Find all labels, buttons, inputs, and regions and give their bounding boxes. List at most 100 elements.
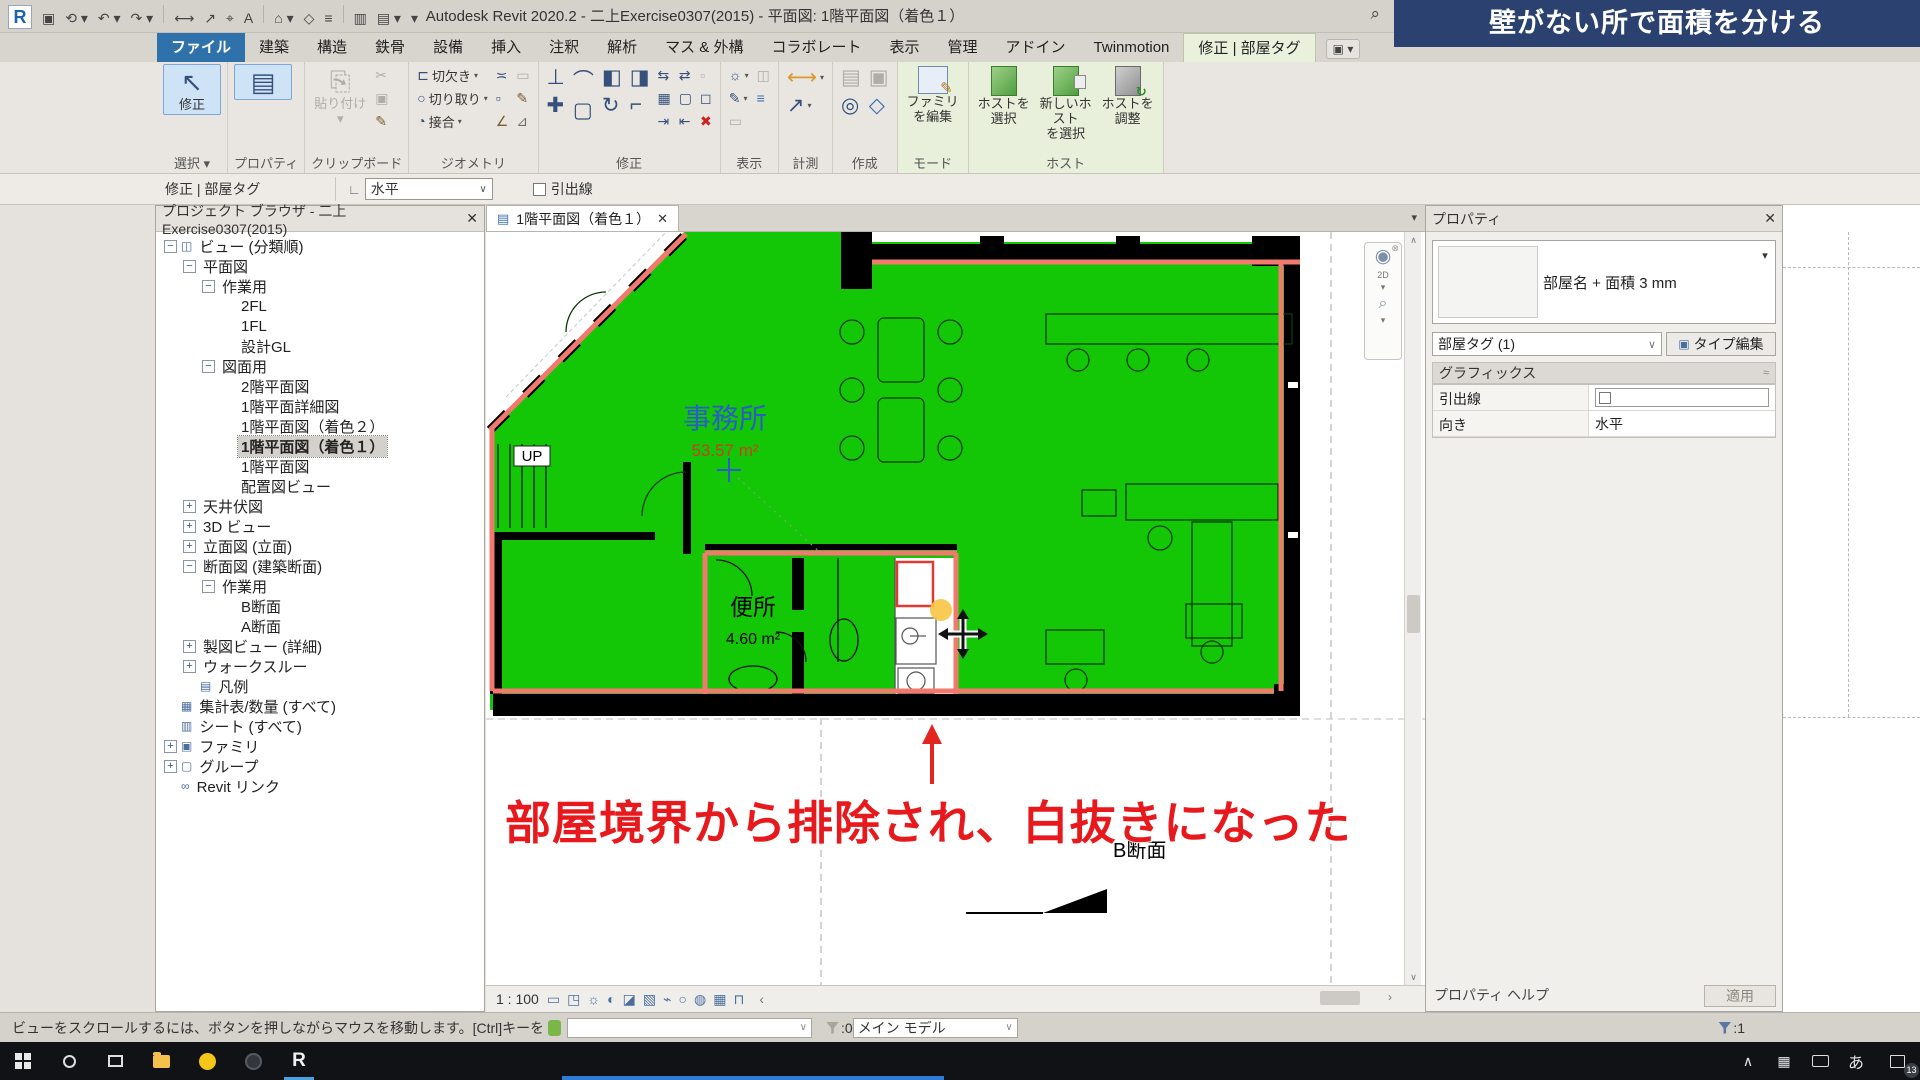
steering-wheel-icon[interactable]: ◉: [1375, 245, 1392, 268]
tree-item-3D ビュー[interactable]: +3D ビュー: [156, 516, 484, 536]
ribbon-tool-◎[interactable]: ◎: [839, 92, 863, 119]
ribbon-tool-✚[interactable]: ✚: [545, 92, 567, 119]
ribbon-tool-✎[interactable]: ✎▾: [727, 87, 751, 109]
tree-item-ファミリ[interactable]: +▣ファミリ: [156, 736, 484, 756]
properties-help-link[interactable]: プロパティ ヘルプ: [1434, 985, 1549, 1005]
ribbon-tool-⟷[interactable]: ⟷▾: [785, 64, 826, 91]
ribbon-tool-◧[interactable]: ◧: [600, 64, 624, 91]
ribbon-tab-建築[interactable]: 建築: [245, 33, 303, 62]
ribbon-tool-⇄[interactable]: ⇄: [677, 64, 694, 86]
ribbon-tool-⊿[interactable]: ⊿: [514, 110, 531, 132]
expand-icon[interactable]: +: [183, 640, 196, 653]
tree-item-2階平面図[interactable]: 2階平面図: [156, 376, 484, 396]
tree-item-シート (すべて)[interactable]: ▥シート (すべて): [156, 716, 484, 736]
chevron-down-icon[interactable]: ▾: [1381, 315, 1386, 326]
ribbon-tool-☼[interactable]: ☼▾: [727, 64, 751, 86]
hscroll-thumb[interactable]: [1320, 991, 1360, 1005]
scroll-down-icon[interactable]: ∨: [1405, 969, 1422, 985]
view-control-icon[interactable]: ◪: [623, 991, 636, 1007]
type-selector[interactable]: 部屋名 + 面積 3 mm ▾: [1432, 240, 1776, 324]
tree-item-配置図ビュー[interactable]: 配置図ビュー: [156, 476, 484, 496]
expand-icon[interactable]: +: [183, 660, 196, 673]
tree-item-B断面[interactable]: B断面: [156, 596, 484, 616]
search-icon[interactable]: ⌕: [1370, 4, 1380, 24]
close-icon[interactable]: ✕: [1764, 210, 1776, 227]
tray-chevron-icon[interactable]: ∧: [1730, 1042, 1766, 1080]
room-tag-name[interactable]: 事務所: [683, 403, 767, 434]
tree-item-Revit リンク[interactable]: ∞Revit リンク: [156, 776, 484, 796]
selected-element[interactable]: [897, 562, 933, 606]
view-control-icon[interactable]: ◍: [694, 991, 706, 1007]
tree-item-ウォークスルー[interactable]: +ウォークスルー: [156, 656, 484, 676]
view-control-icon[interactable]: ☼: [587, 991, 600, 1007]
view-control-icon[interactable]: ▧: [643, 991, 656, 1007]
tree-item-A断面[interactable]: A断面: [156, 616, 484, 636]
ribbon-tool-▫[interactable]: ▫: [698, 64, 714, 86]
apply-button[interactable]: 適用: [1704, 985, 1776, 1007]
ribbon-tool-◫[interactable]: ◫: [755, 64, 772, 86]
ribbon-tool-↻[interactable]: ↻: [600, 92, 624, 119]
tree-item-断面図 (建築断面)[interactable]: −断面図 (建築断面): [156, 556, 484, 576]
ribbon-tool-▢[interactable]: ▢: [571, 97, 596, 124]
ribbon-tool-▣[interactable]: ▣: [867, 64, 891, 91]
checkbox[interactable]: [1599, 392, 1611, 404]
ribbon-tool-切欠き[interactable]: ⊏切欠き▾: [415, 64, 490, 86]
ribbon-button-貼り付け[interactable]: ⎘貼り付け ▾: [311, 64, 369, 128]
collapse-icon[interactable]: ‹: [759, 991, 764, 1007]
scroll-up-icon[interactable]: ∧: [1405, 232, 1422, 248]
ribbon-tool-⇆[interactable]: ⇆: [656, 64, 673, 86]
ribbon-tab-解析[interactable]: 解析: [593, 33, 651, 62]
ribbon-tab-修正 | 部屋タグ[interactable]: 修正 | 部屋タグ: [1183, 33, 1315, 62]
ribbon-tool-◇[interactable]: ◇: [867, 92, 891, 119]
ribbon-tool-▣[interactable]: ▣: [373, 87, 390, 109]
tree-item-ビュー (分類順)[interactable]: −◫ビュー (分類順): [156, 236, 484, 256]
notification-icon[interactable]: 13: [1874, 1042, 1920, 1080]
ribbon-tool-⌐[interactable]: ⌐: [628, 92, 652, 118]
collapse-icon[interactable]: −: [183, 260, 196, 273]
ribbon-button-ホストを選択[interactable]: ホストを 選択: [975, 64, 1033, 128]
search-button[interactable]: [46, 1042, 92, 1080]
tree-item-1階平面図（着色２）[interactable]: 1階平面図（着色２）: [156, 416, 484, 436]
expand-icon[interactable]: +: [183, 540, 196, 553]
editable-only-filter[interactable]: :0: [826, 1020, 853, 1036]
param-value[interactable]: [1589, 385, 1775, 410]
view-list-caret-icon[interactable]: ▾: [1411, 205, 1425, 231]
ribbon-tool-⇤[interactable]: ⇤: [677, 110, 694, 132]
view-tab-close-icon[interactable]: ✕: [657, 211, 668, 227]
yellow-app-icon[interactable]: [184, 1042, 230, 1080]
tree-item-グループ[interactable]: +▢グループ: [156, 756, 484, 776]
orientation-select[interactable]: 水平 ∨: [365, 178, 493, 200]
ribbon-display-toggle[interactable]: ▣ ▾: [1326, 39, 1361, 59]
tree-item-1階平面図（着色１）[interactable]: 1階平面図（着色１）: [156, 436, 484, 456]
ribbon-tool-▫[interactable]: ▫: [494, 87, 511, 109]
tree-item-凡例[interactable]: ▤凡例: [156, 676, 484, 696]
expand-icon[interactable]: +: [183, 520, 196, 533]
view-control-icon[interactable]: ⌁: [663, 991, 671, 1007]
ribbon-tool-▢[interactable]: ▢: [677, 87, 694, 109]
collapse-icon[interactable]: −: [202, 280, 215, 293]
ribbon-tool-≡[interactable]: ≡: [755, 87, 772, 109]
tree-item-設計GL[interactable]: 設計GL: [156, 336, 484, 356]
task-view-button[interactable]: [92, 1042, 138, 1080]
ribbon-tab-鉄骨[interactable]: 鉄骨: [361, 33, 419, 62]
vertical-scrollbar[interactable]: ∧ ∨: [1404, 232, 1421, 985]
close-icon[interactable]: ⊗: [1391, 243, 1399, 254]
collapse-icon[interactable]: −: [164, 240, 177, 253]
view-control-icon[interactable]: ◐: [607, 991, 615, 1007]
ribbon-button-icon[interactable]: ▤: [234, 64, 292, 100]
tree-item-集計表/数量 (すべて)[interactable]: ▦集計表/数量 (すべて): [156, 696, 484, 716]
view-control-icon[interactable]: ◳: [567, 991, 580, 1007]
tree-item-1階平面図[interactable]: 1階平面図: [156, 456, 484, 476]
ribbon-tab-マス & 外構[interactable]: マス & 外構: [651, 33, 757, 62]
ribbon-tab-Twinmotion[interactable]: Twinmotion: [1080, 33, 1184, 62]
scroll-right-icon[interactable]: ›: [1388, 990, 1392, 1004]
tree-item-製図ビュー (詳細)[interactable]: +製図ビュー (詳細): [156, 636, 484, 656]
zoom-icon[interactable]: ⌕: [1379, 295, 1388, 313]
ribbon-tool-接合[interactable]: ◔接合▾: [415, 110, 490, 132]
design-option-combo[interactable]: メイン モデル ∨: [853, 1018, 1018, 1038]
touch-keyboard-icon[interactable]: [1802, 1042, 1838, 1080]
ribbon-tool-⊥[interactable]: ⊥: [545, 64, 567, 91]
ribbon-tab-アドイン[interactable]: アドイン: [992, 33, 1080, 62]
ribbon-tool-∠[interactable]: ∠: [494, 110, 511, 132]
ribbon-tab-表示[interactable]: 表示: [875, 33, 933, 62]
